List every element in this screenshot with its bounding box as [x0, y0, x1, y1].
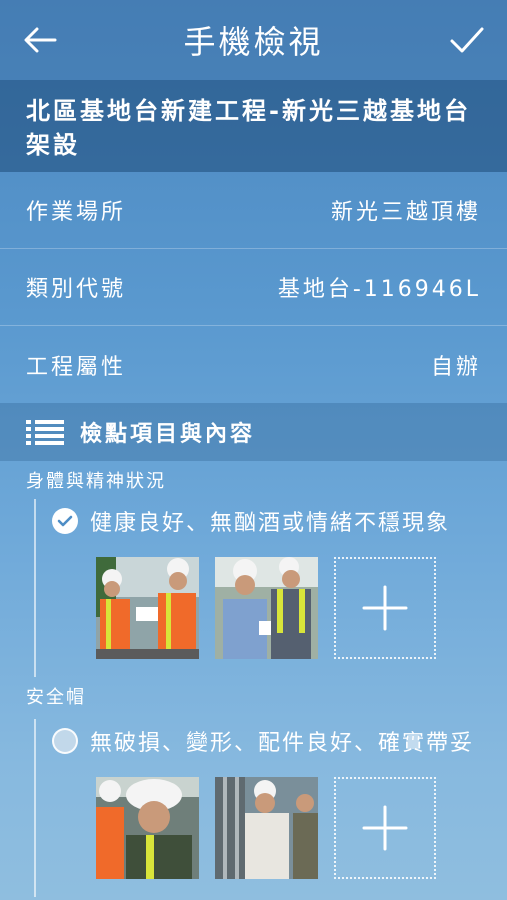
- confirm-button[interactable]: [447, 20, 487, 60]
- plus-icon: [362, 805, 408, 851]
- group-divider-line: [34, 499, 36, 677]
- category-label: 安全帽: [26, 687, 86, 708]
- info-label: 作業場所: [26, 200, 127, 225]
- checklist-group: 健康良好、無酗酒或情緒不穩現象: [0, 499, 507, 677]
- group-divider-line: [34, 719, 36, 897]
- info-value: 新光三越頂樓: [330, 200, 481, 225]
- checklist-item-text: 無破損、變形、配件良好、確實帶妥: [90, 731, 475, 756]
- category-label: 身體與精神狀況: [26, 471, 166, 492]
- photo-thumbnail[interactable]: [96, 777, 199, 879]
- info-row-category-code: 類別代號 基地台-116946L: [0, 249, 507, 326]
- unchecked-circle-icon[interactable]: [52, 728, 78, 754]
- back-button[interactable]: [20, 20, 60, 60]
- checklist-item-text: 健康良好、無酗酒或情緒不穩現象: [90, 511, 451, 536]
- project-title: 北區基地台新建工程-新光三越基地台架設: [0, 80, 507, 172]
- checklist-group: 無破損、變形、配件良好、確實帶妥: [0, 719, 507, 897]
- checkmark-icon: [450, 27, 484, 53]
- checklist-item[interactable]: 無破損、變形、配件良好、確實帶妥: [52, 719, 507, 763]
- info-value: 基地台-116946L: [277, 277, 481, 302]
- add-photo-button[interactable]: [334, 777, 436, 879]
- section-title: 檢點項目與內容: [80, 422, 256, 447]
- photo-thumbnail[interactable]: [215, 777, 318, 879]
- photo-row: [0, 543, 507, 677]
- list-icon: [26, 420, 64, 445]
- info-value: 自辦: [430, 354, 481, 380]
- photo-thumbnail[interactable]: [96, 557, 199, 659]
- add-photo-button[interactable]: [334, 557, 436, 659]
- info-row-project-type: 工程屬性 自辦: [0, 326, 507, 403]
- checked-circle-icon[interactable]: [52, 508, 78, 534]
- info-row-location: 作業場所 新光三越頂樓: [0, 172, 507, 249]
- app-header: 手機檢視: [0, 0, 507, 80]
- photo-row: [0, 763, 507, 897]
- checklist-item[interactable]: 健康良好、無酗酒或情緒不穩現象: [52, 499, 507, 543]
- info-label: 類別代號: [26, 277, 127, 302]
- arrow-left-icon: [24, 27, 57, 53]
- photo-thumbnail[interactable]: [215, 557, 318, 659]
- plus-icon: [362, 585, 408, 631]
- page-title: 手機檢視: [183, 23, 324, 61]
- checklist-section-header: 檢點項目與內容: [0, 403, 507, 461]
- info-label: 工程屬性: [26, 354, 127, 380]
